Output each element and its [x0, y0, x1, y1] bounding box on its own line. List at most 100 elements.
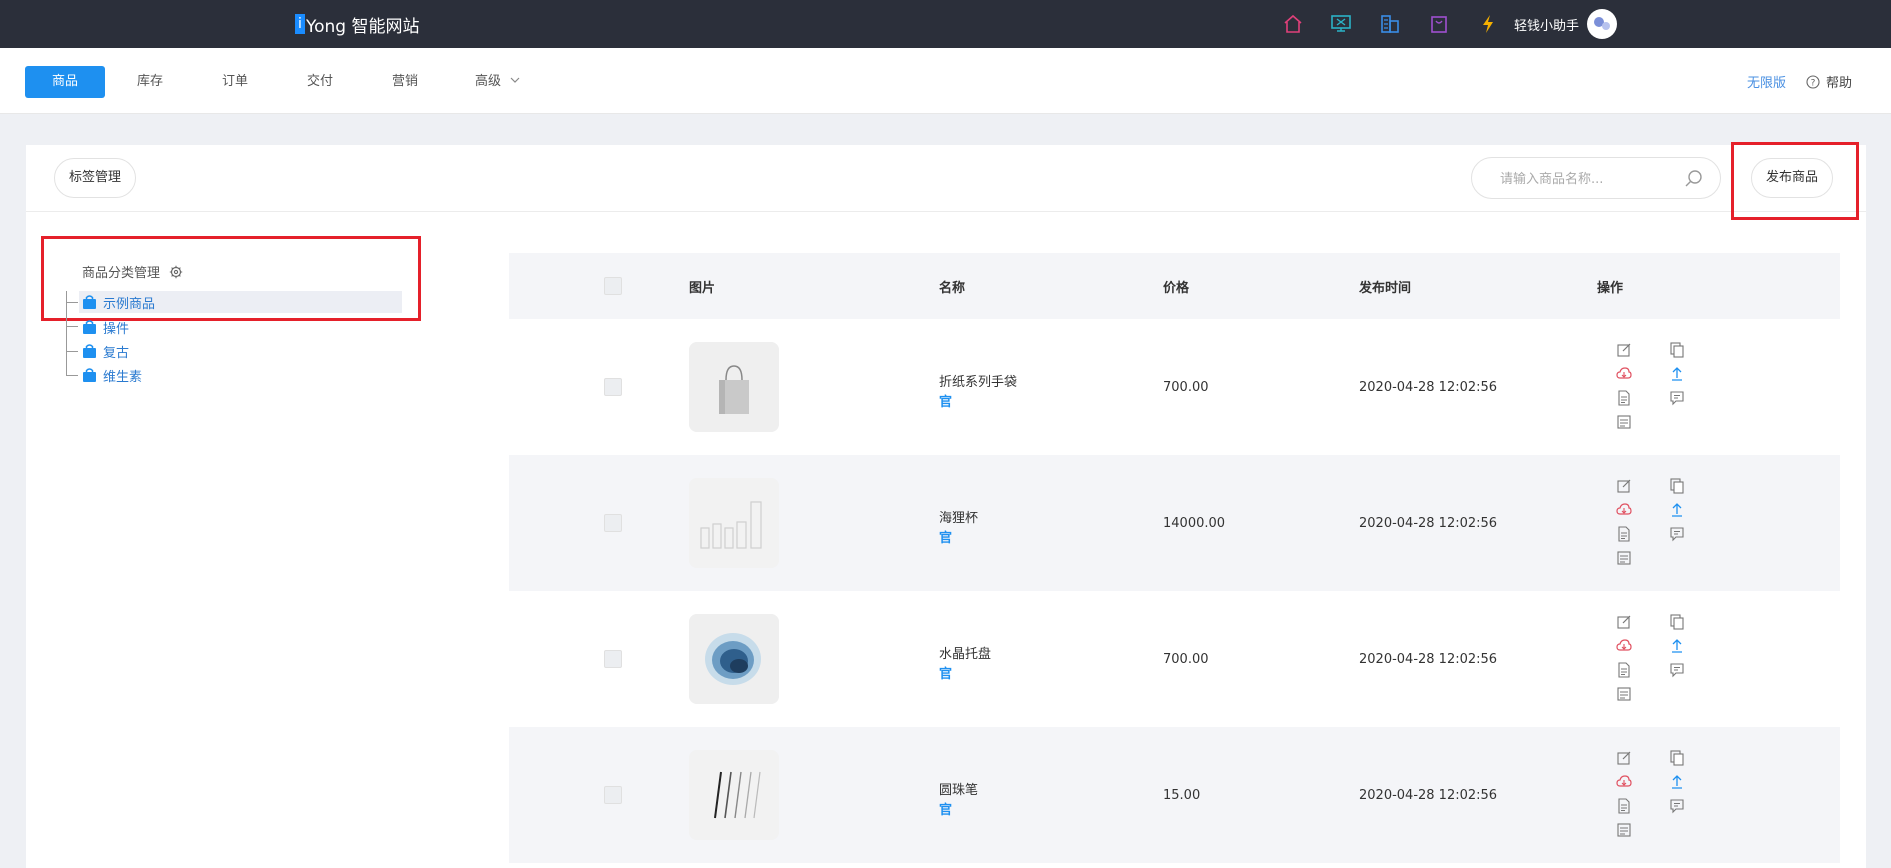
category-tree-title: 商品分类管理 — [82, 262, 183, 281]
row-checkbox[interactable] — [604, 786, 622, 804]
bag-icon[interactable] — [1428, 13, 1450, 35]
product-name[interactable]: 折纸系列手袋 — [939, 371, 1017, 390]
help-link[interactable]: ? 帮助 — [1806, 72, 1852, 91]
select-all-checkbox[interactable] — [604, 277, 622, 295]
tab-advanced[interactable]: 高级 — [475, 66, 525, 98]
tab-inventory[interactable]: 库存 — [135, 66, 165, 98]
edit-icon[interactable] — [1616, 750, 1632, 766]
report-icon[interactable] — [1616, 414, 1632, 430]
glass-cups-image — [689, 478, 779, 568]
copy-icon[interactable] — [1669, 342, 1685, 358]
report-icon[interactable] — [1616, 686, 1632, 702]
product-thumbnail[interactable] — [689, 750, 779, 840]
brand-logo[interactable]: i Yong 智能网站 — [295, 12, 420, 37]
comment-icon[interactable] — [1669, 662, 1685, 678]
svg-text:?: ? — [1811, 78, 1816, 88]
building-icon[interactable] — [1379, 13, 1401, 35]
upload-icon[interactable] — [1669, 638, 1685, 654]
search-input[interactable] — [1500, 169, 1680, 189]
product-name[interactable]: 水晶托盘 — [939, 643, 991, 662]
row-checkbox[interactable] — [604, 378, 622, 396]
row-checkbox[interactable] — [604, 514, 622, 532]
edit-icon[interactable] — [1616, 614, 1632, 630]
logo-letter: i — [295, 14, 305, 34]
category-item-label: 操件 — [103, 321, 130, 337]
product-publish-time: 2020-04-28 12:02:56 — [1359, 380, 1498, 395]
product-thumbnail[interactable] — [689, 342, 779, 432]
product-name[interactable]: 圆珠笔 — [939, 779, 978, 798]
comment-icon[interactable] — [1669, 798, 1685, 814]
table-header: 图片 名称 价格 发布时间 操作 — [509, 253, 1840, 319]
category-item-vitamins[interactable]: 维生素 — [82, 364, 142, 386]
tab-orders[interactable]: 订单 — [220, 66, 250, 98]
main-nav: 商品 库存 订单 交付 营销 高级 无限版 ? 帮助 — [0, 48, 1891, 114]
tag-manage-button[interactable]: 标签管理 — [54, 158, 136, 198]
document-icon[interactable] — [1616, 662, 1632, 678]
edit-icon[interactable] — [1616, 342, 1632, 358]
upload-icon[interactable] — [1669, 366, 1685, 382]
search-icon[interactable] — [1684, 169, 1704, 189]
edition-link[interactable]: 无限版 — [1747, 72, 1786, 91]
category-item-parts[interactable]: 操件 — [82, 316, 129, 338]
product-thumbnail[interactable] — [689, 478, 779, 568]
col-name: 名称 — [939, 281, 966, 296]
tab-marketing[interactable]: 营销 — [390, 66, 420, 98]
top-bar: i Yong 智能网站 轻钱小助手 — [0, 0, 1891, 48]
category-item-retro[interactable]: 复古 — [82, 340, 129, 362]
shopping-bag-icon — [83, 320, 96, 334]
assistant-label[interactable]: 轻钱小助手 — [1514, 15, 1579, 34]
tab-products[interactable]: 商品 — [25, 66, 105, 98]
tree-connector — [66, 291, 67, 375]
copy-icon[interactable] — [1669, 478, 1685, 494]
brand-name: Yong 智能网站 — [306, 16, 420, 37]
product-table: 图片 名称 价格 发布时间 操作 折纸系列手袋 官 700.00 2020-04… — [509, 253, 1840, 863]
product-publish-time: 2020-04-28 12:02:56 — [1359, 788, 1498, 803]
product-price: 14000.00 — [1163, 516, 1226, 531]
monitor-icon[interactable] — [1330, 13, 1352, 35]
report-icon[interactable] — [1616, 550, 1632, 566]
cloud-offline-icon[interactable] — [1616, 502, 1632, 518]
gear-icon[interactable] — [169, 265, 183, 279]
official-badge: 官 — [939, 395, 953, 410]
panel-toolbar: 标签管理 发布商品 — [26, 145, 1866, 212]
avatar[interactable] — [1587, 9, 1617, 39]
product-publish-time: 2020-04-28 12:02:56 — [1359, 652, 1498, 667]
category-item-label: 维生素 — [103, 369, 143, 385]
lightning-icon[interactable] — [1477, 13, 1499, 35]
row-checkbox[interactable] — [604, 650, 622, 668]
tab-delivery[interactable]: 交付 — [305, 66, 335, 98]
avatar-icon — [1594, 17, 1610, 30]
crystal-tray-image — [689, 614, 779, 704]
upload-icon[interactable] — [1669, 502, 1685, 518]
product-search — [1471, 157, 1721, 199]
col-publish-time: 发布时间 — [1359, 281, 1412, 296]
copy-icon[interactable] — [1669, 750, 1685, 766]
cloud-offline-icon[interactable] — [1616, 638, 1632, 654]
product-publish-time: 2020-04-28 12:02:56 — [1359, 516, 1498, 531]
comment-icon[interactable] — [1669, 526, 1685, 542]
table-row: 折纸系列手袋 官 700.00 2020-04-28 12:02:56 — [509, 319, 1840, 455]
tree-connector — [66, 302, 78, 303]
category-item-sample[interactable]: 示例商品 — [79, 291, 402, 313]
document-icon[interactable] — [1616, 798, 1632, 814]
copy-icon[interactable] — [1669, 614, 1685, 630]
category-item-label: 复古 — [103, 345, 130, 361]
official-badge: 官 — [939, 531, 953, 546]
comment-icon[interactable] — [1669, 390, 1685, 406]
table-row: 圆珠笔 官 15.00 2020-04-28 12:02:56 — [509, 727, 1840, 863]
product-name[interactable]: 海狸杯 — [939, 507, 978, 526]
edit-icon[interactable] — [1616, 478, 1632, 494]
table-row: 水晶托盘 官 700.00 2020-04-28 12:02:56 — [509, 591, 1840, 727]
document-icon[interactable] — [1616, 526, 1632, 542]
tree-connector — [66, 375, 78, 376]
document-icon[interactable] — [1616, 390, 1632, 406]
category-item-label: 示例商品 — [103, 296, 156, 312]
cloud-offline-icon[interactable] — [1616, 366, 1632, 382]
cloud-offline-icon[interactable] — [1616, 774, 1632, 790]
report-icon[interactable] — [1616, 822, 1632, 838]
category-tree-title-label: 商品分类管理 — [82, 266, 161, 281]
home-icon[interactable] — [1282, 13, 1304, 35]
product-price: 700.00 — [1163, 652, 1209, 667]
product-thumbnail[interactable] — [689, 614, 779, 704]
upload-icon[interactable] — [1669, 774, 1685, 790]
